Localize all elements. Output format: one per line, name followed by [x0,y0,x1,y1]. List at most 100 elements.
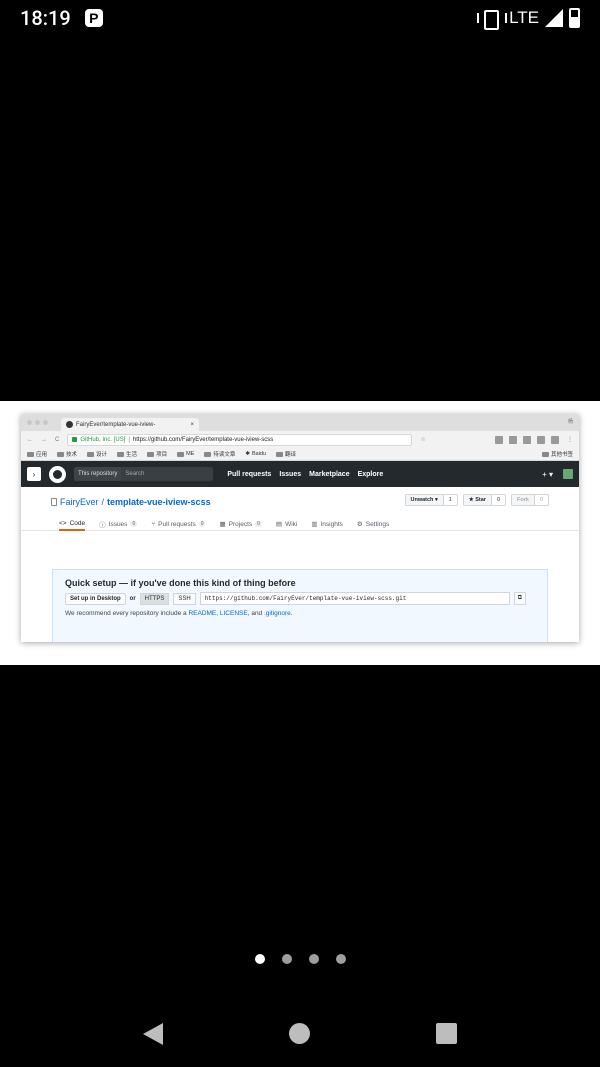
issue-icon: ⓘ [99,522,106,529]
readme-link: README [188,610,217,617]
network-type: LTE [509,8,539,27]
forward-icon: → [41,436,47,443]
repo-owner: FairyEver [60,497,99,507]
folder-icon [177,451,185,457]
tab-title: FairyEver/template-vue-iview- [76,421,156,428]
menu-icon: ⋮ [567,437,573,443]
projects-count: 0 [255,521,262,527]
bookmark-folder: 技术 [57,450,77,458]
page-dot-2[interactable] [281,954,292,964]
url-text: https://github.com/FairyEver/template-vu… [132,436,274,443]
project-icon: ▦ [219,521,226,528]
apps-icon [27,451,34,457]
create-new-icon: + ▾ [542,469,553,479]
repo-search: This repository Search [74,467,214,481]
parking-app-icon: P [84,9,103,27]
tab-settings: ⚙ Settings [356,520,390,529]
signal-icon [545,9,563,27]
back-button-icon[interactable] [143,1022,163,1045]
fork-button: Fork 0 [511,494,549,506]
quick-setup-box: Quick setup — if you've done this kind o… [52,569,548,642]
recents-button-icon[interactable] [436,1023,457,1044]
search-scope: This repository [74,467,122,481]
https-button: HTTPS [139,592,170,605]
home-button-icon[interactable] [289,1023,310,1044]
watch-label: Unwatch ▾ [405,495,443,505]
nav-marketplace: Marketplace [309,470,350,478]
folder-icon [147,451,155,457]
tab-wiki: ▤ Wiki [275,520,298,529]
nav-issues: Issues [279,470,302,478]
browser-tab: FairyEver/template-vue-iview- × [61,418,199,431]
pagination-dots [0,954,600,964]
page-dot-3[interactable] [308,954,319,964]
repo-actions: Unwatch ▾ 1 ★ Star 0 Fork 0 [404,494,549,506]
license-link: LICENSE [219,610,248,617]
bookmark-folder: 项目 [147,450,167,458]
bookmark-apps: 应用 [27,450,47,458]
nav-explore: Explore [357,470,384,478]
bookmark-link: ✱ Baidu [245,451,267,457]
secure-label: GitHub, Inc. [US] [80,436,126,443]
bookmark-link: 翻译 [276,450,296,458]
image-viewer-photo[interactable]: FairyEver/template-vue-iview- × 杨 ← → C … [0,401,600,665]
github-header: › This repository Search Pull requests I… [21,461,579,487]
avatar [563,469,573,479]
folder-icon [204,451,212,457]
address-bar: ← → C GitHub, Inc. [US] | https://github… [21,431,579,448]
ssh-button: SSH [173,592,196,605]
browser-tab-bar: FairyEver/template-vue-iview- × 杨 [21,414,579,431]
issues-count: 0 [130,521,138,527]
bookmark-folder: ME [177,451,194,457]
omnibox: GitHub, Inc. [US] | https://github.com/F… [67,433,413,446]
tab-insights: ▥ Insights [311,520,343,529]
status-bar: 18:19 P LTE [0,0,600,36]
page-dot-1[interactable] [254,954,265,964]
fork-label: Fork [512,495,534,505]
watch-button: Unwatch ▾ 1 [404,494,458,506]
repo-head: FairyEver / template-vue-iview-scss Unwa… [21,487,579,507]
gear-icon: ⚙ [356,521,363,528]
bookmark-star-icon: ☆ [420,437,426,443]
graph-icon: ▥ [311,521,318,528]
profile-name: 杨 [567,419,573,425]
bookmark-folder: 生活 [117,450,137,458]
omnibox-divider: | [128,436,130,443]
tab-close-icon: × [190,421,194,428]
extension-icon [551,435,559,444]
system-nav-bar [0,1000,600,1067]
search-input: Search [121,467,214,481]
code-icon: <> [59,519,67,527]
github-header-actions: + ▾ [542,469,573,479]
watch-count: 1 [442,495,457,505]
folder-icon [541,451,549,457]
gitignore-link: .gitignore [264,610,291,617]
or-label: or [129,595,136,602]
extension-icon [537,435,545,444]
repo-separator: / [101,497,105,507]
repo-icon [51,498,57,506]
tab-projects: ▦ Projects 0 [219,520,262,528]
folder-icon [57,451,65,457]
bookmark-folder: 待读文章 [204,450,235,458]
sidebar-toggle-icon: › [27,467,41,481]
recommend-text: We recommend every repository include a … [65,610,293,617]
repo-name: template-vue-iview-scss [107,497,211,507]
folder-icon [87,451,95,457]
page-dot-4[interactable] [335,954,346,964]
status-time: 18:19 [20,6,71,30]
nav-pull-requests: Pull requests [227,470,272,478]
window-controls [27,420,48,425]
github-nav: Pull requests Issues Marketplace Explore [227,471,383,478]
quick-setup-title: Quick setup — if you've done this kind o… [65,578,296,588]
paw-icon: ✱ [245,451,250,457]
extension-icon [509,435,517,444]
bookmarks-bar: 应用 技术 设计 生活 项目 ME 待读文章 ✱ Baidu 翻译 其他书签 [21,448,579,461]
battery-icon [569,8,580,28]
star-count: 0 [490,495,505,505]
star-label: ★ Star [463,495,491,505]
back-icon: ← [27,436,33,443]
pull-requests-count: 0 [198,521,206,527]
setup-desktop-button: Set up in Desktop [65,592,126,605]
translate-icon [276,451,284,457]
